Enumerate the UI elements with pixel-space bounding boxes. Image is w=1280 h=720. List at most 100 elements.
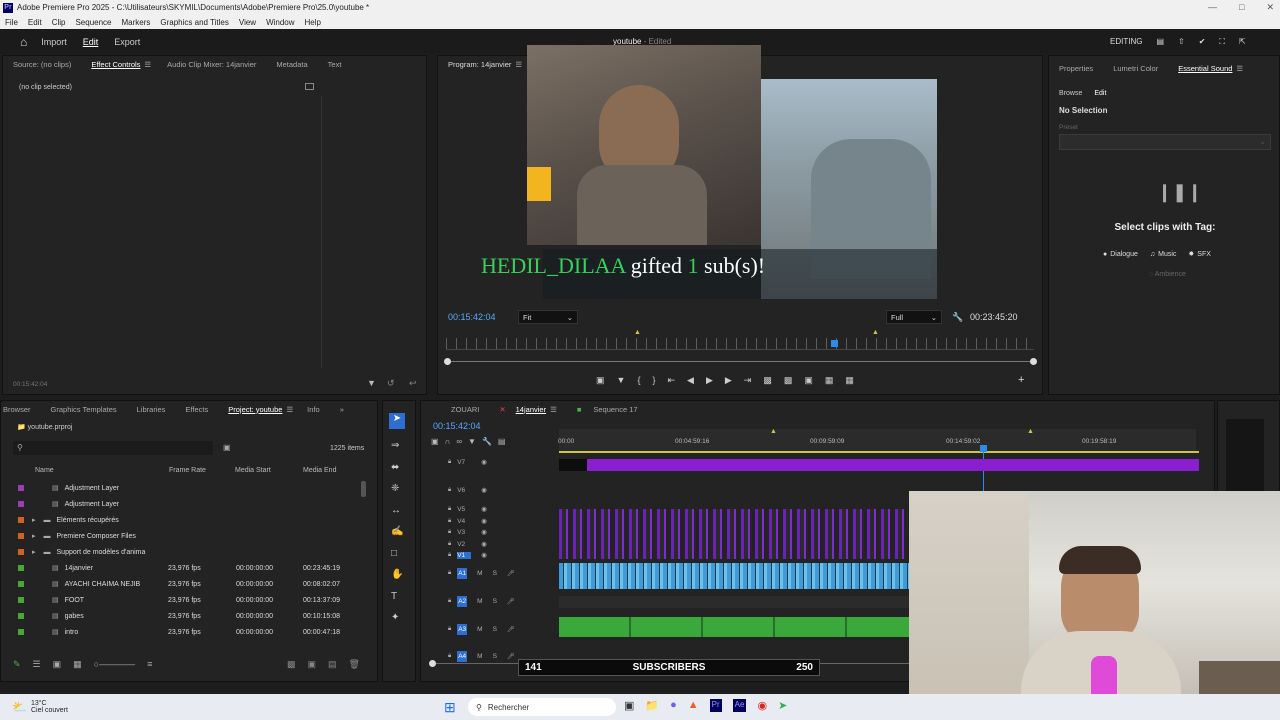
chevron-right-icon[interactable]: ▸	[32, 548, 36, 556]
microphone-icon[interactable]: 🎤︎	[507, 626, 515, 633]
playhead-handle[interactable]	[980, 445, 987, 452]
zoom-handle-left[interactable]	[444, 358, 451, 365]
chevron-right-icon[interactable]: ▸	[32, 532, 36, 540]
project-row[interactable]: ▸ ▬ Support de modèles d'anima	[0, 544, 362, 560]
close-icon[interactable]: ✕	[1266, 2, 1274, 13]
play-audio-icon[interactable]: ↺	[387, 378, 395, 389]
mute-button[interactable]: M	[477, 626, 482, 633]
project-row[interactable]: ▤ gabes 23,976 fps 00:00:00:00 00:10:15:08	[0, 608, 362, 624]
tab-audio-clip-mixer[interactable]: Audio Clip Mixer: 14janvier	[167, 60, 256, 69]
menu-window[interactable]: Window	[266, 18, 294, 27]
tag-sfx-button[interactable]: ✸ SFX	[1188, 250, 1211, 259]
track-label[interactable]: V2	[457, 541, 471, 548]
program-video-frame[interactable]: HEDIL_DILAA gifted 1 sub(s)!	[481, 45, 937, 299]
solo-button[interactable]: S	[493, 626, 497, 633]
ripple-edit-icon[interactable]: ⬌	[391, 457, 403, 479]
weather-widget[interactable]: 13°C Ciel couvert	[31, 700, 68, 714]
camera-icon[interactable]: ▣	[804, 375, 813, 386]
menu-sequence[interactable]: Sequence	[75, 18, 111, 27]
track-label[interactable]: A3	[457, 624, 468, 635]
program-timecode[interactable]: 00:15:42:04	[448, 312, 496, 322]
project-row[interactable]: ▸ ▬ Premiere Composer Files	[0, 528, 362, 544]
after-effects-icon[interactable]: Ae	[732, 699, 747, 712]
filter-icon[interactable]: ▼	[367, 378, 376, 388]
microphone-icon[interactable]: 🎤︎	[507, 598, 515, 605]
eye-icon[interactable]: ◉	[481, 551, 487, 559]
label-color-swatch[interactable]	[18, 565, 24, 571]
tab-lumetri[interactable]: Lumetri Color	[1113, 64, 1158, 73]
video-track-header[interactable]: 🔒︎ V2 ◉	[448, 540, 586, 549]
tab-source[interactable]: Source: (no clips)	[13, 60, 71, 69]
program-menu-icon[interactable]: ☰	[515, 60, 522, 69]
tab-project[interactable]: Project: youtube	[228, 405, 282, 414]
tab-info[interactable]: Info	[307, 405, 320, 414]
label-color-swatch[interactable]	[18, 613, 24, 619]
audio-track-header[interactable]: 🔒︎ A3 M S 🎤︎	[448, 624, 586, 635]
captions-icon[interactable]: ▤	[498, 437, 506, 446]
obs-icon[interactable]: ◉	[757, 699, 767, 712]
preset-dropdown[interactable]: ⌄	[1059, 134, 1271, 150]
project-row[interactable]: ▤ AYACHI CHAIMA NEJIB 23,976 fps 00:00:00:0…	[0, 576, 362, 592]
file-explorer-icon[interactable]: 📁	[645, 699, 659, 712]
mute-button[interactable]: M	[477, 570, 482, 577]
label-color-swatch[interactable]	[18, 549, 24, 555]
extract-icon[interactable]: ▩	[784, 375, 793, 386]
video-track-header[interactable]: 🔒︎ V7 ◉	[448, 458, 586, 467]
more-icon[interactable]: ⇱	[1239, 37, 1246, 47]
subtab-browse[interactable]: Browse	[1059, 90, 1082, 97]
menu-graphics[interactable]: Graphics and Titles	[160, 18, 228, 27]
share-icon[interactable]: ⇧	[1178, 37, 1185, 47]
tag-dialogue-button[interactable]: ● Dialogue	[1103, 250, 1138, 258]
project-menu-icon[interactable]: ☰	[286, 405, 293, 414]
icon-view-icon[interactable]: ▣	[53, 659, 62, 670]
pen-icon[interactable]: ✍	[391, 521, 403, 543]
eye-icon[interactable]: ◉	[481, 505, 487, 513]
more-tabs-icon[interactable]: »	[340, 405, 344, 414]
menu-edit[interactable]: Edit	[28, 18, 42, 27]
maximize-icon[interactable]: □	[1239, 2, 1244, 13]
mute-button[interactable]: M	[477, 653, 482, 660]
new-bin-icon[interactable]: ▣	[308, 659, 317, 670]
video-track-header[interactable]: 🔒︎ V1 ◉	[448, 551, 586, 559]
razor-icon[interactable]: ❈	[391, 478, 403, 500]
multicam-icon[interactable]: ▦	[825, 375, 834, 386]
solo-button[interactable]: S	[493, 653, 497, 660]
track-label[interactable]: A1	[457, 568, 468, 579]
export-frame-icon[interactable]: ▣	[596, 375, 605, 386]
track-label[interactable]: V7	[457, 459, 471, 466]
project-row[interactable]: ▤ intro 23,976 fps 00:00:00:00 00:00:47:18	[0, 624, 362, 640]
lock-icon[interactable]: 🔒︎	[448, 598, 451, 605]
step-back-icon[interactable]: ◀	[687, 375, 694, 386]
label-color-swatch[interactable]	[18, 485, 24, 491]
video-track-header[interactable]: 🔒︎ V4 ◉	[448, 517, 586, 526]
menu-lines-icon[interactable]: ☰	[144, 60, 151, 69]
workspace-label[interactable]: EDITING	[1110, 37, 1142, 47]
video-track-header[interactable]: 🔒︎ V3 ◉	[448, 528, 586, 537]
eye-icon[interactable]: ◉	[481, 540, 487, 548]
menu-clip[interactable]: Clip	[52, 18, 66, 27]
col-name[interactable]: Name	[35, 467, 54, 474]
label-color-swatch[interactable]	[18, 597, 24, 603]
track-label[interactable]: V5	[457, 506, 471, 513]
lock-icon[interactable]: 🔒︎	[448, 570, 451, 577]
lock-icon[interactable]: 🔒︎	[448, 487, 451, 494]
eye-icon[interactable]: ◉	[481, 458, 487, 466]
lock-icon[interactable]: 🔒︎	[448, 459, 451, 466]
solo-button[interactable]: S	[493, 598, 497, 605]
tab-metadata[interactable]: Metadata	[276, 60, 307, 69]
wrench-icon[interactable]: 🔧	[952, 312, 963, 323]
track-label[interactable]: A2	[457, 596, 468, 607]
new-item-icon[interactable]: ▤	[328, 659, 337, 670]
add-marker-icon[interactable]: ▼	[468, 437, 476, 446]
nav-import[interactable]: Import	[41, 37, 67, 47]
track-select-icon[interactable]: ⇒	[391, 435, 403, 457]
a1-clip[interactable]	[559, 563, 909, 589]
label-color-swatch[interactable]	[18, 581, 24, 587]
track-label[interactable]: A4	[457, 651, 468, 662]
fit-dropdown[interactable]: Fit ⌄	[518, 310, 578, 324]
fullscreen-icon[interactable]: ⛶	[1219, 37, 1225, 47]
new-bin-icon[interactable]: ▣	[223, 443, 231, 452]
home-icon[interactable]: ⌂	[20, 35, 27, 49]
eye-icon[interactable]: ◉	[481, 517, 487, 525]
discord-icon[interactable]: ●	[670, 699, 677, 712]
